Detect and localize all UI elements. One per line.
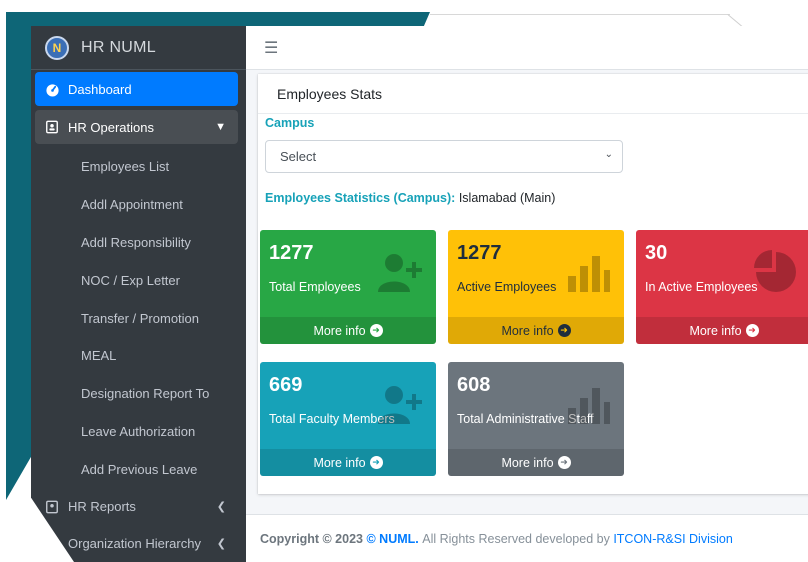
footer-brand-link[interactable]: © NUML.: [366, 532, 418, 546]
sidebar-subitem-addl-responsibility[interactable]: Addl Responsibility: [35, 224, 238, 262]
employees-statistics-line: Employees Statistics (Campus): Islamabad…: [265, 191, 555, 205]
stat-value: 608: [457, 374, 491, 396]
arrow-circle-right-icon: ➜: [369, 456, 383, 469]
more-info-link[interactable]: More info ➜: [260, 317, 436, 344]
sidebar-subitem-noc-exp-letter[interactable]: NOC / Exp Letter: [35, 261, 238, 299]
stat-box-inactive-employees: 30 In Active Employees More info ➜: [636, 230, 808, 344]
sidebar-item-label: Dashboard: [68, 81, 132, 97]
stat-value: 1277: [457, 242, 502, 264]
sidebar-item-hr-reports[interactable]: HR Reports ❮: [35, 488, 238, 525]
sidebar-item-label: HR Reports: [68, 499, 136, 515]
stats-label: Employees Statistics (Campus):: [265, 191, 456, 205]
sidebar-item-label: HR Operations: [68, 119, 154, 135]
card-title: Employees Stats: [258, 74, 808, 114]
sidebar-subitem-leave-authorization[interactable]: Leave Authorization: [35, 413, 238, 451]
campus-select-value: Select: [280, 149, 317, 164]
sidebar-subitem-addl-appointment[interactable]: Addl Appointment: [35, 186, 238, 224]
hamburger-menu-icon[interactable]: ☰: [264, 38, 278, 58]
sidebar-item-label: Organization Hierarchy: [68, 536, 201, 552]
sidebar-item-hr-operations[interactable]: HR Operations ▼: [35, 110, 238, 144]
campus-select[interactable]: Select ⌄: [265, 140, 623, 173]
stat-value: 1277: [269, 242, 314, 264]
user-plus-icon: [378, 254, 422, 292]
stat-label: In Active Employees: [645, 280, 758, 294]
stat-label: Active Employees: [457, 280, 557, 294]
sitemap-icon: [44, 536, 60, 552]
chevron-left-icon: ❮: [216, 538, 226, 551]
chevron-down-icon: ⌄: [604, 149, 613, 160]
stat-value: 30: [645, 242, 668, 264]
chevron-left-icon: ❮: [216, 501, 226, 514]
sidebar-subitem-transfer-promotion[interactable]: Transfer / Promotion: [35, 299, 238, 337]
chevron-down-icon: ▼: [215, 121, 226, 133]
more-info-link[interactable]: More info ➜: [448, 317, 624, 344]
arrow-circle-right-icon: ➜: [745, 324, 759, 337]
bar-chart-icon: [568, 256, 610, 292]
sidebar-item-dashboard[interactable]: Dashboard: [35, 72, 238, 106]
footer-developer-link[interactable]: ITCON-R&SI Division: [613, 532, 732, 546]
stat-box-active-employees: 1277 Active Employees More info ➜: [448, 230, 624, 344]
stat-label: Total Employees: [269, 280, 361, 294]
id-card-icon: [44, 119, 60, 135]
user-plus-icon: [378, 386, 422, 424]
more-info-link[interactable]: More info ➜: [636, 317, 808, 344]
sidebar-subitem-employees-list[interactable]: Employees List: [35, 148, 238, 186]
brand-link[interactable]: N HR NUML: [31, 26, 246, 70]
sidebar-subitem-designation-report-to[interactable]: Designation Report To: [35, 375, 238, 413]
arrow-circle-right-icon: ➜: [369, 324, 383, 337]
brand-logo-icon: N: [45, 35, 69, 60]
sidebar-subitem-add-previous-leave[interactable]: Add Previous Leave: [35, 450, 238, 488]
bar-chart-icon: [568, 388, 610, 424]
sidebar-item-organization-hierarchy[interactable]: Organization Hierarchy ❮: [35, 525, 238, 562]
brand-title: HR NUML: [81, 38, 156, 56]
stat-box-total-faculty: 669 Total Faculty Members More info ➜: [260, 362, 436, 476]
sidebar-nav: Dashboard HR Operations ▼ Employees List…: [31, 70, 246, 562]
more-info-link[interactable]: More info ➜: [448, 449, 624, 476]
arrow-circle-right-icon: ➜: [557, 324, 571, 337]
content-wrapper: Employees Stats Campus Select ⌄ Employee…: [246, 70, 808, 562]
sidebar: N HR NUML Dashboard HR Operations ▼ Empl…: [31, 26, 246, 562]
stat-value: 669: [269, 374, 303, 396]
more-info-link[interactable]: More info ➜: [260, 449, 436, 476]
pie-chart-icon: [754, 250, 796, 292]
page-edge-line: [430, 14, 730, 15]
sidebar-subitem-meal[interactable]: MEAL: [35, 337, 238, 375]
employees-stats-card: Employees Stats Campus Select ⌄ Employee…: [258, 74, 808, 494]
id-card-icon: [44, 499, 60, 515]
footer-rights: All Rights Reserved developed by: [422, 531, 610, 546]
stats-value: Islamabad (Main): [458, 191, 556, 205]
arrow-circle-right-icon: ➜: [557, 456, 571, 469]
tachometer-icon: [44, 81, 60, 97]
footer-copyright: Copyright © 2023: [260, 531, 363, 546]
top-navbar: ☰: [246, 26, 808, 70]
campus-label: Campus: [265, 116, 315, 130]
stat-box-total-employees: 1277 Total Employees More info ➜: [260, 230, 436, 344]
page-footer: Copyright © 2023 © NUML. All Rights Rese…: [246, 514, 808, 562]
stat-box-administrative-staff: 608 Total Administrative Staff More info…: [448, 362, 624, 476]
